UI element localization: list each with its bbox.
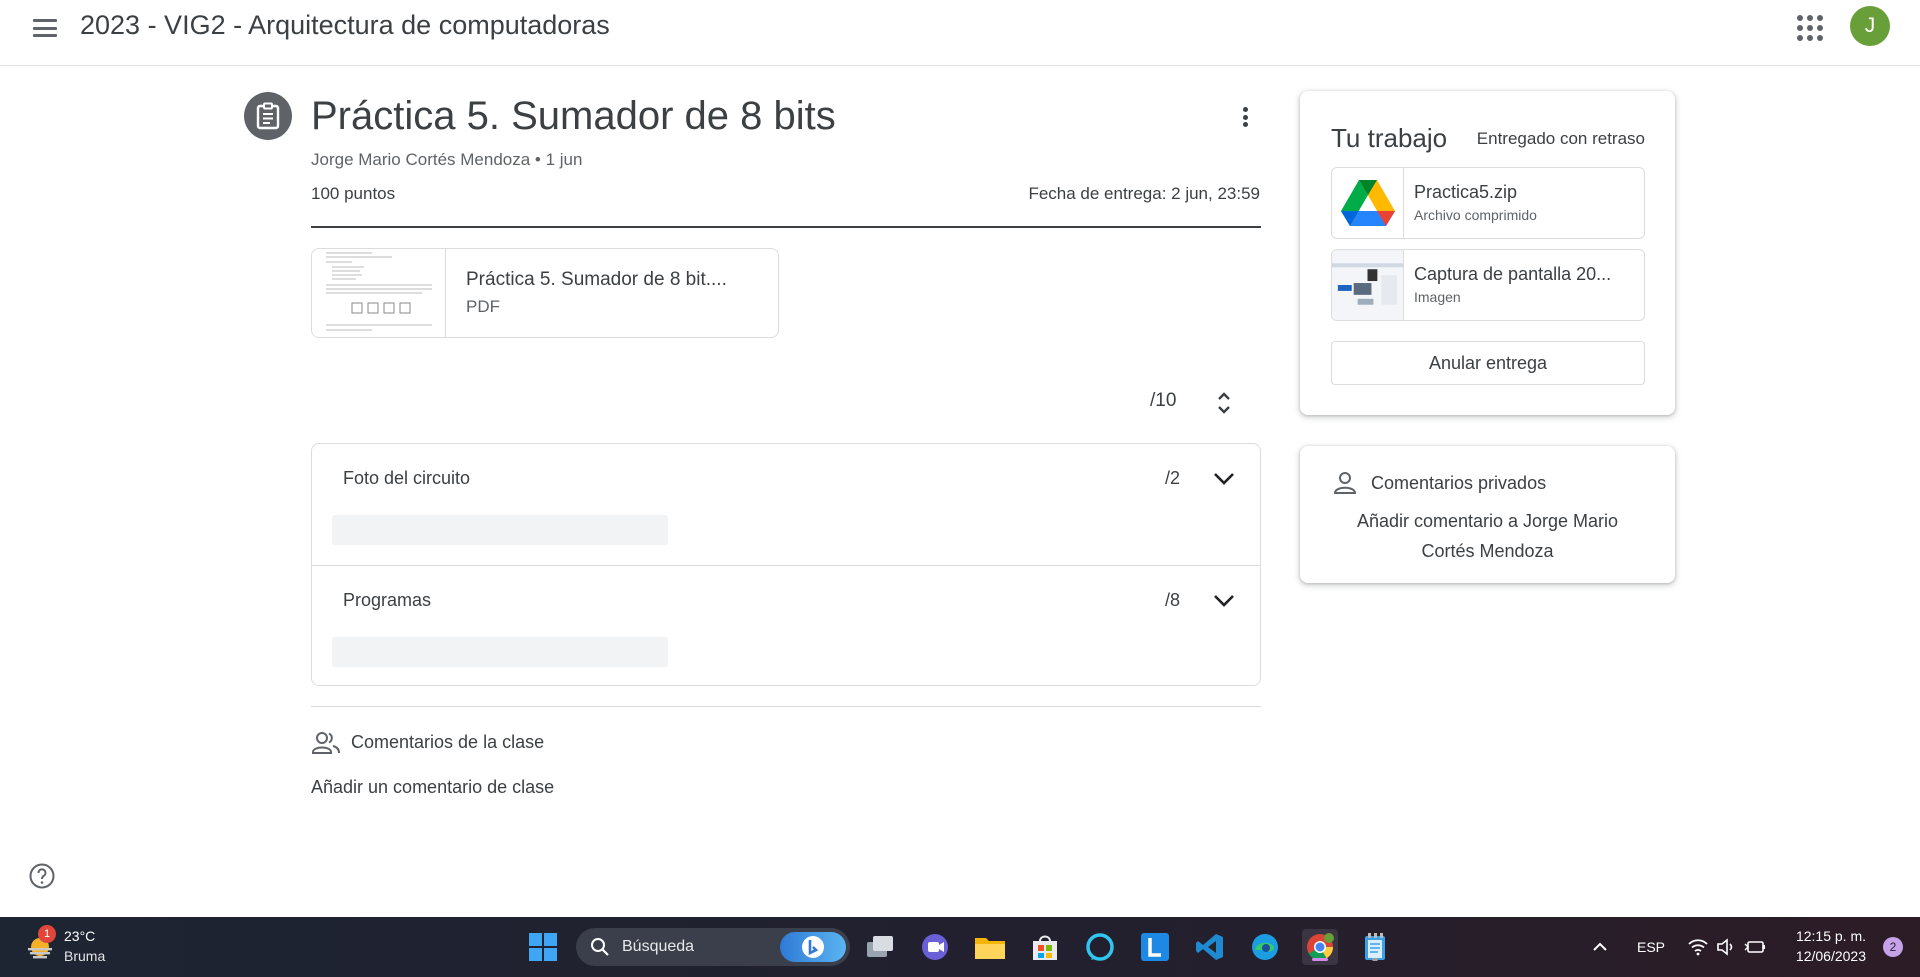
taskbar-search[interactable]: Búsqueda [576, 928, 850, 966]
private-comments-label: Comentarios privados [1371, 473, 1547, 493]
file-name: Practica5.zip [1414, 182, 1518, 202]
comments-divider [311, 706, 1261, 707]
clock-date: 12/06/2023 [1795, 948, 1866, 964]
your-work-card: Tu trabajo Entregado con retraso Practic… [1300, 91, 1675, 415]
system-clock[interactable]: 12:15 p. m. 12/06/2023 [1796, 926, 1866, 966]
expand-collapse-all-icon[interactable] [1214, 390, 1234, 416]
submitted-file[interactable]: Practica5.zip Archivo comprimido [1331, 167, 1645, 239]
more-options-icon[interactable] [1232, 104, 1258, 130]
criterion-name: Programas [343, 590, 432, 610]
rubric-list: Foto del circuito /2 Programas /8 [311, 443, 1261, 686]
google-drive-icon [1332, 168, 1404, 238]
google-apps-icon[interactable] [1796, 14, 1823, 41]
l-app-icon[interactable] [1137, 929, 1173, 965]
windows-start-icon[interactable] [525, 929, 561, 965]
microsoft-store-icon[interactable] [1027, 929, 1063, 965]
criterion-name: Foto del circuito [343, 468, 471, 488]
submission-status: Entregado con retraso [1476, 129, 1645, 148]
task-view-icon[interactable] [862, 929, 898, 965]
vscode-icon[interactable] [1192, 929, 1228, 965]
criterion-loading-placeholder [332, 637, 668, 667]
class-comments-label: Comentarios de la clase [351, 732, 545, 752]
input-language[interactable]: ESP [1637, 917, 1665, 977]
attachment-name: Práctica 5. Sumador de 8 bit.... [466, 269, 727, 290]
teams-chat-icon[interactable] [917, 929, 953, 965]
assignment-icon [244, 92, 292, 140]
volume-icon[interactable] [1716, 917, 1736, 977]
pdf-attachment-card[interactable]: Práctica 5. Sumador de 8 bit.... PDF [311, 248, 779, 338]
total-score: /10 [1150, 390, 1177, 411]
active-app-indicator [1312, 958, 1328, 961]
weather-badge: 1 [38, 925, 56, 943]
criterion-score: /2 [1164, 468, 1180, 488]
wifi-icon[interactable] [1687, 917, 1709, 977]
person-icon [1332, 470, 1358, 496]
attachment-type: PDF [466, 297, 500, 316]
search-placeholder: Búsqueda [622, 938, 695, 955]
file-name: Captura de pantalla 20... [1414, 264, 1612, 284]
rubric-criterion[interactable]: Foto del circuito /2 [312, 444, 1260, 565]
file-type: Archivo comprimido [1414, 207, 1537, 223]
add-class-comment-link[interactable]: Añadir un comentario de clase [311, 777, 554, 798]
people-icon [311, 730, 341, 756]
account-avatar[interactable]: J [1850, 6, 1890, 46]
top-app-bar: 2023 - VIG2 - Arquitectura de computador… [0, 0, 1920, 66]
assignment-author-date: Jorge Mario Cortés Mendoza • 1 jun [311, 150, 583, 169]
assignment-points: 100 puntos [311, 184, 396, 203]
image-thumbnail [1332, 250, 1404, 320]
file-type: Imagen [1414, 289, 1461, 305]
notepad-icon[interactable] [1357, 929, 1393, 965]
alexa-icon[interactable] [1082, 929, 1118, 965]
help-icon[interactable] [28, 862, 56, 890]
add-private-comment-link[interactable]: Añadir comentario a Jorge Mario Cortés M… [1330, 506, 1645, 566]
class-title[interactable]: 2023 - VIG2 - Arquitectura de computador… [80, 10, 610, 41]
bing-icon[interactable] [780, 932, 846, 962]
submitted-file[interactable]: Captura de pantalla 20... Imagen [1331, 249, 1645, 321]
due-date: Fecha de entrega: 2 jun, 23:59 [1028, 184, 1260, 203]
header-divider [311, 226, 1261, 228]
search-icon [590, 937, 610, 957]
rubric-criterion[interactable]: Programas /8 [312, 565, 1260, 685]
weather-description: Bruma [64, 948, 106, 964]
chrome-icon[interactable] [1302, 929, 1338, 965]
open-app-indicator [1372, 958, 1378, 961]
battery-icon[interactable] [1744, 917, 1766, 977]
assignment-title: Práctica 5. Sumador de 8 bits [311, 94, 836, 138]
windows-taskbar: 1 23°C Bruma Búsqueda ESP 12:15 p. m. 12… [0, 917, 1920, 977]
your-work-heading: Tu trabajo [1331, 123, 1448, 153]
clock-time: 12:15 p. m. [1795, 928, 1866, 944]
unsubmit-button[interactable]: Anular entrega [1331, 341, 1645, 385]
pdf-thumbnail [312, 249, 446, 337]
chevron-down-icon[interactable] [1212, 468, 1236, 488]
file-explorer-icon[interactable] [972, 929, 1008, 965]
private-comments-card: Comentarios privados Añadir comentario a… [1300, 446, 1675, 583]
weather-temperature: 23°C [64, 928, 96, 944]
criterion-loading-placeholder [332, 515, 668, 545]
weather-widget[interactable]: 1 23°C Bruma [22, 925, 152, 969]
chevron-down-icon[interactable] [1212, 590, 1236, 610]
show-hidden-icons[interactable] [1592, 917, 1608, 977]
notification-badge[interactable]: 2 [1883, 937, 1903, 957]
edge-icon[interactable] [1247, 929, 1283, 965]
main-menu-icon[interactable] [30, 16, 60, 40]
criterion-score: /8 [1164, 590, 1180, 610]
